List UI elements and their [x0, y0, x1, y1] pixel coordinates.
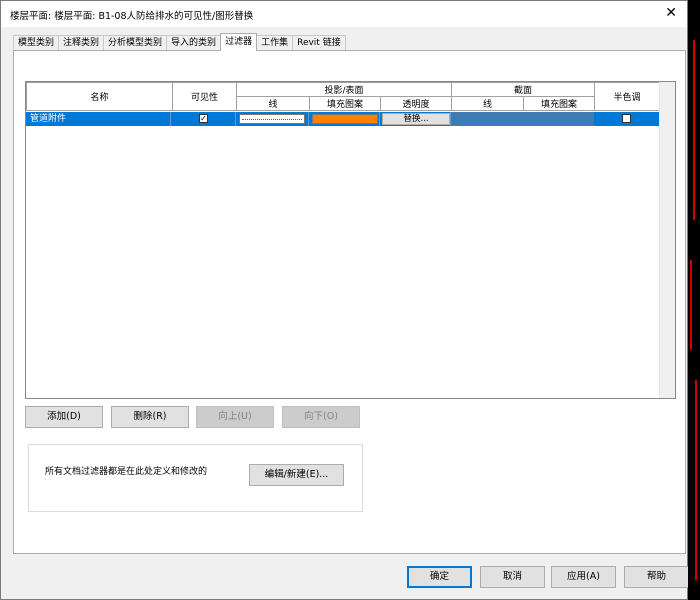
- move-up-button[interactable]: 向上(U): [196, 406, 274, 428]
- move-down-button[interactable]: 向下(O): [282, 406, 360, 428]
- table-row[interactable]: 管道附件 ✓ 替换...: [26, 112, 660, 126]
- tab-imported-categories[interactable]: 导入的类别: [166, 35, 222, 51]
- tab-model-categories[interactable]: 模型类别: [13, 35, 60, 51]
- projection-fill-cell: [309, 112, 380, 126]
- grid-header: 名称 可见性 投影/表面 截面 半色调 线 填充图案 透明度 线 填充图案: [26, 82, 660, 111]
- help-button[interactable]: 帮助: [624, 566, 689, 588]
- transparency-cell: 替换...: [380, 112, 451, 126]
- header-projection-surface: 投影/表面: [236, 82, 452, 97]
- tab-annotation-categories[interactable]: 注释类别: [58, 35, 105, 51]
- vertical-scrollbar[interactable]: [659, 82, 675, 398]
- background-canvas: [688, 0, 700, 600]
- header-cut-fill: 填充图案: [523, 96, 595, 111]
- apply-button[interactable]: 应用(A): [551, 566, 616, 588]
- halftone-cell: [594, 112, 660, 126]
- title-bar: 楼层平面: 楼层平面: B1-08人防给排水的可见性/图形替换 ✕: [1, 1, 687, 27]
- filters-tab-page: 名称 可见性 投影/表面 截面 半色调 线 填充图案 透明度 线 填充图案 管道…: [13, 50, 686, 554]
- tab-strip: 模型类别 注释类别 分析模型类别 导入的类别 过滤器 工作集 Revit 链接: [13, 33, 346, 51]
- header-projection-line: 线: [236, 96, 310, 111]
- filters-grid: 名称 可见性 投影/表面 截面 半色调 线 填充图案 透明度 线 填充图案 管道…: [25, 81, 676, 399]
- tab-filters[interactable]: 过滤器: [220, 33, 258, 51]
- filter-name-cell[interactable]: 管道附件: [26, 112, 171, 126]
- header-cut-line: 线: [451, 96, 524, 111]
- visibility-graphics-dialog: 楼层平面: 楼层平面: B1-08人防给排水的可见性/图形替换 ✕ 模型类别 注…: [0, 0, 689, 600]
- tab-worksets[interactable]: 工作集: [256, 35, 294, 51]
- close-icon[interactable]: ✕: [665, 5, 677, 21]
- visibility-cell: ✓: [172, 112, 236, 126]
- add-button[interactable]: 添加(D): [25, 406, 103, 428]
- window-title: 楼层平面: 楼层平面: B1-08人防给排水的可见性/图形替换: [10, 11, 254, 22]
- tab-revit-links[interactable]: Revit 链接: [292, 35, 346, 51]
- filter-panel-note: 所有文档过滤器都是在此处定义和修改的: [45, 467, 208, 477]
- header-cut: 截面: [451, 82, 595, 97]
- header-projection-fill: 填充图案: [309, 96, 381, 111]
- header-halftone[interactable]: 半色调: [594, 82, 660, 111]
- projection-fill-swatch[interactable]: [312, 114, 378, 124]
- projection-line-swatch[interactable]: [239, 114, 305, 124]
- ok-button[interactable]: 确定: [407, 566, 472, 588]
- filter-definition-panel: 所有文档过滤器都是在此处定义和修改的 编辑/新建(E)...: [28, 444, 363, 512]
- halftone-checkbox[interactable]: [622, 114, 631, 123]
- header-projection-transparency: 透明度: [380, 96, 452, 111]
- transparency-override-button[interactable]: 替换...: [382, 113, 450, 125]
- header-name[interactable]: 名称: [26, 82, 173, 111]
- delete-button[interactable]: 删除(R): [111, 406, 189, 428]
- visibility-checkbox[interactable]: ✓: [199, 114, 208, 123]
- cancel-button[interactable]: 取消: [480, 566, 545, 588]
- header-visibility[interactable]: 可见性: [172, 82, 237, 111]
- tab-analytical-model-categories[interactable]: 分析模型类别: [103, 35, 168, 51]
- edit-new-filter-button[interactable]: 编辑/新建(E)...: [249, 464, 344, 486]
- projection-line-cell: [236, 112, 309, 126]
- cut-cells: [451, 112, 594, 126]
